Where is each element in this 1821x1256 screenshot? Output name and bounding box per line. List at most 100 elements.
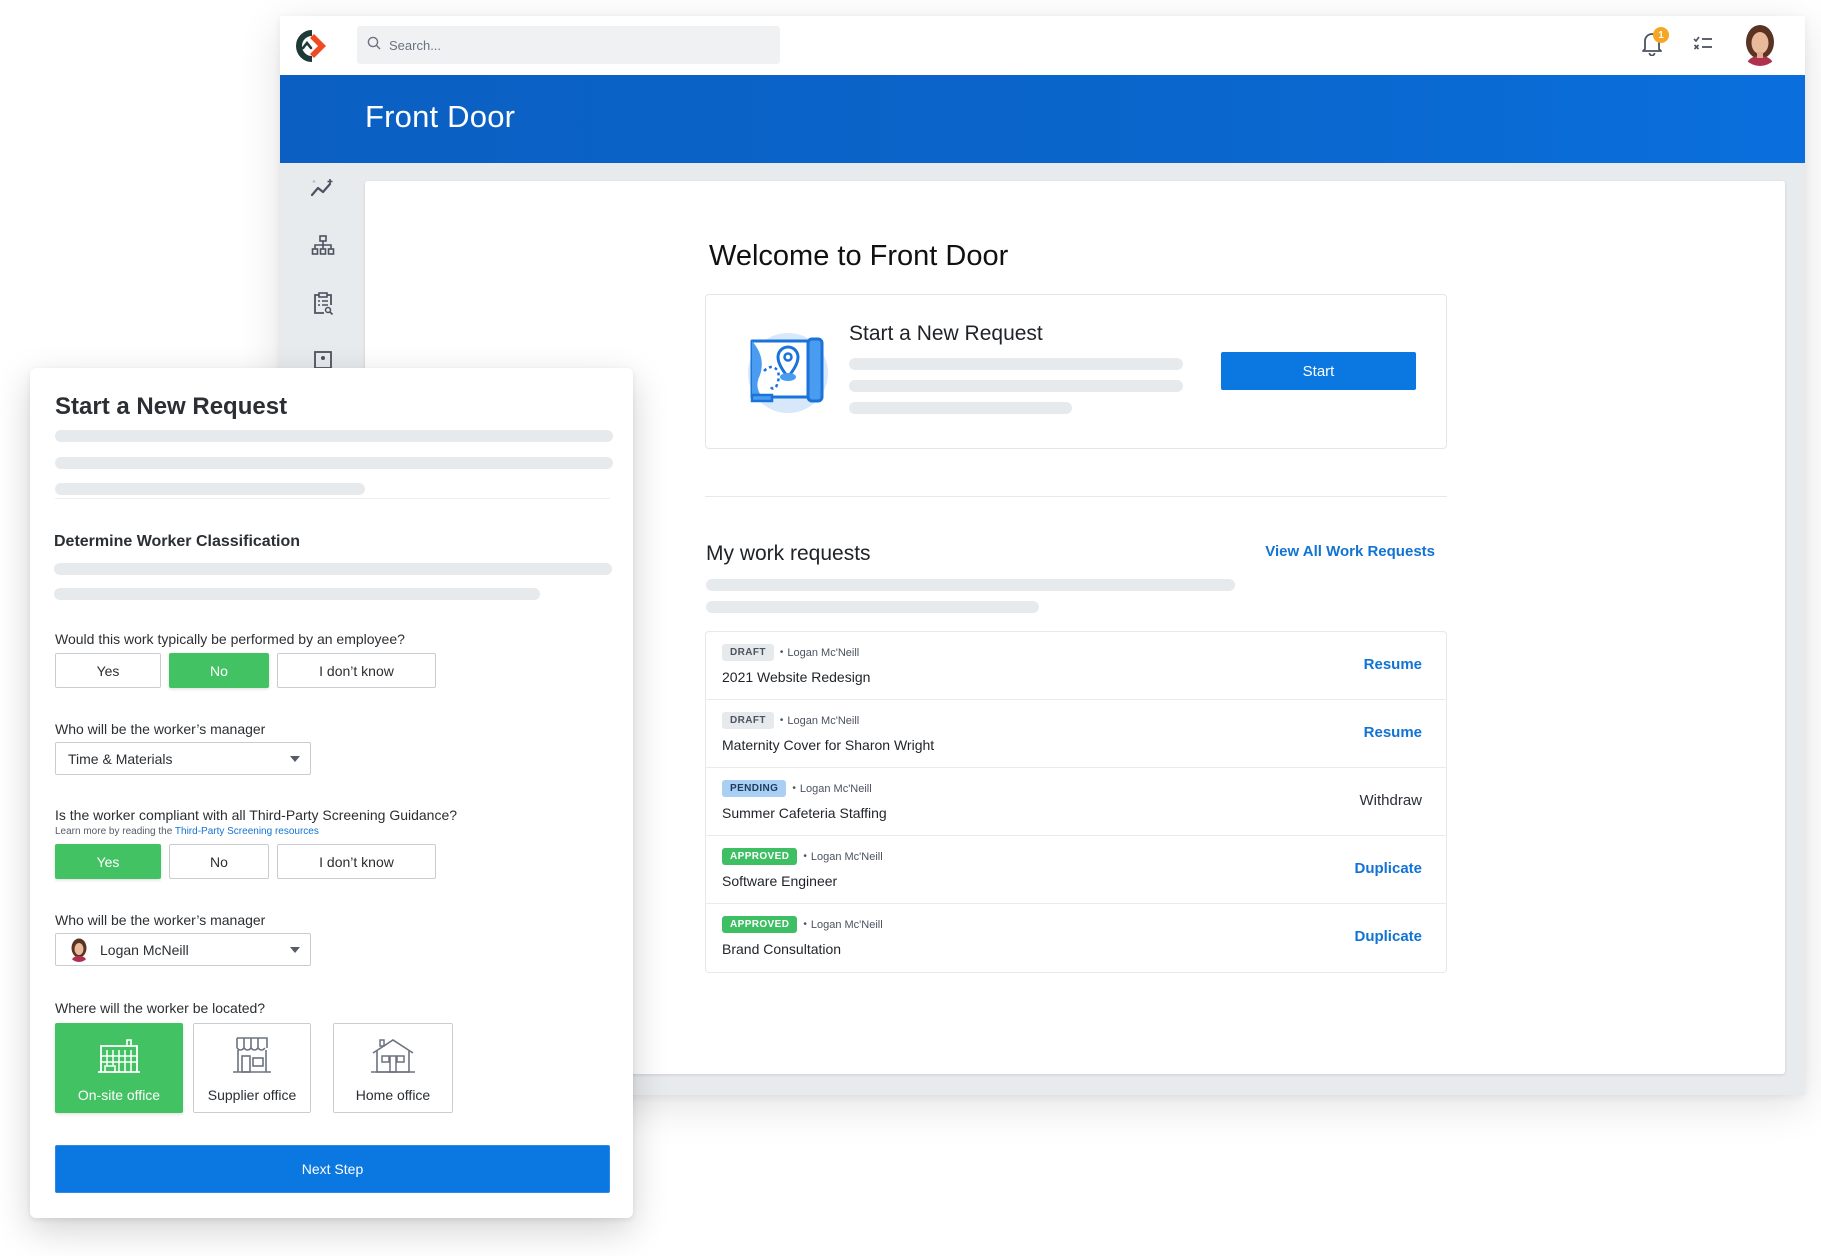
next-step-button[interactable]: Next Step: [55, 1145, 610, 1193]
org-chart-icon: [311, 234, 335, 263]
bullet-separator: •: [779, 715, 784, 726]
placeholder-line: [55, 457, 613, 469]
dropdown-value: Logan McNeill: [100, 941, 189, 958]
placeholder-line: [706, 579, 1235, 591]
placeholder-line: [706, 601, 1039, 613]
caret-down-icon: [290, 947, 300, 953]
location-option-home[interactable]: Home office: [333, 1023, 453, 1113]
work-request-meta: DRAFT • Logan Mc'Neill: [722, 644, 859, 661]
manager-avatar: [68, 937, 90, 962]
notifications-button[interactable]: 1: [1637, 27, 1669, 60]
request-name: 2021 Website Redesign: [722, 669, 871, 685]
bullet-separator: •: [803, 919, 807, 930]
work-request-row[interactable]: APPROVED • Logan Mc'Neill Brand Consultatio…: [706, 904, 1446, 972]
dropdown-value: Time & Materials: [68, 750, 173, 767]
question-employee-label: Would this work typically be performed b…: [55, 631, 405, 647]
request-action-duplicate[interactable]: Duplicate: [1354, 860, 1422, 877]
work-request-meta: DRAFT • Logan Mc'Neill: [722, 712, 859, 729]
welcome-title: Welcome to Front Door: [709, 240, 1009, 272]
request-owner: Logan Mc'Neill: [810, 850, 883, 863]
tasks-button[interactable]: [1688, 30, 1718, 60]
app-logo[interactable]: [292, 28, 330, 64]
request-owner: Logan Mc'Neill: [787, 714, 860, 727]
start-request-card: Start a New Request Start: [705, 294, 1447, 449]
divider: [705, 496, 1447, 497]
question-location-label: Where will the worker be located?: [55, 1000, 266, 1016]
work-requests-list: DRAFT • Logan Mc'Neill 2021 Website Redesig…: [705, 631, 1447, 973]
location-option-supplier[interactable]: Supplier office: [193, 1023, 311, 1113]
manager-type-dropdown[interactable]: Time & Materials: [55, 742, 311, 775]
map-location-icon: [744, 327, 832, 417]
user-avatar[interactable]: [1740, 24, 1780, 66]
top-bar: 1: [280, 16, 1805, 75]
location-label: Home office: [355, 1087, 431, 1103]
request-name: Summer Cafeteria Staffing: [722, 805, 887, 821]
status-badge: DRAFT: [722, 644, 774, 661]
search-input[interactable]: [389, 37, 749, 53]
placeholder-line: [54, 588, 540, 600]
request-action-duplicate[interactable]: Duplicate: [1354, 928, 1422, 945]
bullet-separator: •: [792, 783, 796, 794]
status-badge: APPROVED: [722, 916, 798, 933]
location-option-onsite[interactable]: On-site office: [55, 1023, 183, 1113]
new-request-form: Start a New Request Determine Worker Cla…: [30, 368, 633, 1218]
search-icon: [367, 36, 381, 55]
screening-help-text: Learn more by reading the Third-Party Sc…: [55, 826, 319, 837]
work-request-row[interactable]: PENDING • Logan Mc'Neill Summer Cafeteria S…: [706, 768, 1446, 836]
work-request-row[interactable]: DRAFT • Logan Mc'Neill 2021 Website Redesig…: [706, 632, 1446, 700]
manager-person-dropdown[interactable]: Logan McNeill: [55, 933, 311, 966]
request-name: Maternity Cover for Sharon Wright: [722, 737, 935, 753]
start-card-title: Start a New Request: [849, 322, 1043, 345]
location-label: Supplier office: [207, 1087, 297, 1103]
request-action-resume[interactable]: Resume: [1364, 724, 1422, 741]
status-badge: DRAFT: [722, 712, 774, 729]
request-action-resume[interactable]: Resume: [1364, 656, 1422, 673]
work-request-meta: PENDING • Logan Mc'Neill: [722, 780, 872, 797]
search-box[interactable]: [357, 26, 780, 64]
bullet-separator: •: [803, 851, 807, 862]
q1-option-no[interactable]: No: [169, 653, 269, 688]
placeholder-line: [55, 430, 613, 442]
view-all-work-requests-link[interactable]: View All Work Requests: [1265, 543, 1435, 560]
work-request-meta: APPROVED • Logan Mc'Neill: [722, 848, 883, 865]
caret-down-icon: [290, 756, 300, 762]
notification-badge: 1: [1653, 27, 1669, 43]
request-action-withdraw[interactable]: Withdraw: [1359, 792, 1422, 809]
office-building-icon: [97, 1024, 141, 1079]
placeholder-line: [849, 380, 1183, 392]
request-name: Brand Consultation: [722, 941, 842, 957]
request-owner: Logan Mc'Neill: [799, 782, 872, 795]
help-text-prefix: Learn more by reading the: [55, 826, 175, 837]
house-icon: [370, 1024, 416, 1079]
checklist-icon: [1693, 35, 1713, 56]
start-button[interactable]: Start: [1221, 352, 1416, 390]
divider: [55, 498, 610, 499]
sidebar-item-analytics[interactable]: [308, 175, 338, 205]
q3-option-no[interactable]: No: [169, 844, 269, 879]
bullet-separator: •: [779, 647, 784, 658]
status-badge: APPROVED: [722, 848, 798, 865]
form-title: Start a New Request: [55, 393, 288, 420]
screening-resources-link[interactable]: Third-Party Screening resources: [175, 826, 319, 837]
location-label: On-site office: [77, 1087, 161, 1103]
clipboard-search-icon: [312, 291, 334, 321]
sidebar-item-org-chart[interactable]: [308, 233, 338, 263]
status-badge: PENDING: [722, 780, 787, 797]
work-request-row[interactable]: APPROVED • Logan Mc'Neill Software Engineer…: [706, 836, 1446, 904]
q1-option-dont-know[interactable]: I don’t know: [277, 653, 436, 688]
work-request-row[interactable]: DRAFT • Logan Mc'Neill Maternity Cover for …: [706, 700, 1446, 768]
page-banner: Front Door: [280, 75, 1805, 163]
q3-option-dont-know[interactable]: I don’t know: [277, 844, 436, 879]
section-title: Determine Worker Classification: [54, 533, 301, 550]
placeholder-line: [55, 483, 365, 495]
q1-option-yes[interactable]: Yes: [55, 653, 161, 688]
storefront-icon: [230, 1024, 274, 1079]
sidebar-item-requests[interactable]: [308, 291, 338, 321]
placeholder-line: [849, 358, 1183, 370]
work-requests-title: My work requests: [706, 542, 871, 565]
question-screening-label: Is the worker compliant with all Third-P…: [55, 807, 458, 823]
q3-option-yes[interactable]: Yes: [55, 844, 161, 879]
question-manager-label-2: Who will be the worker’s manager: [55, 912, 266, 928]
page-title: Front Door: [365, 99, 516, 134]
request-owner: Logan Mc'Neill: [787, 646, 860, 659]
